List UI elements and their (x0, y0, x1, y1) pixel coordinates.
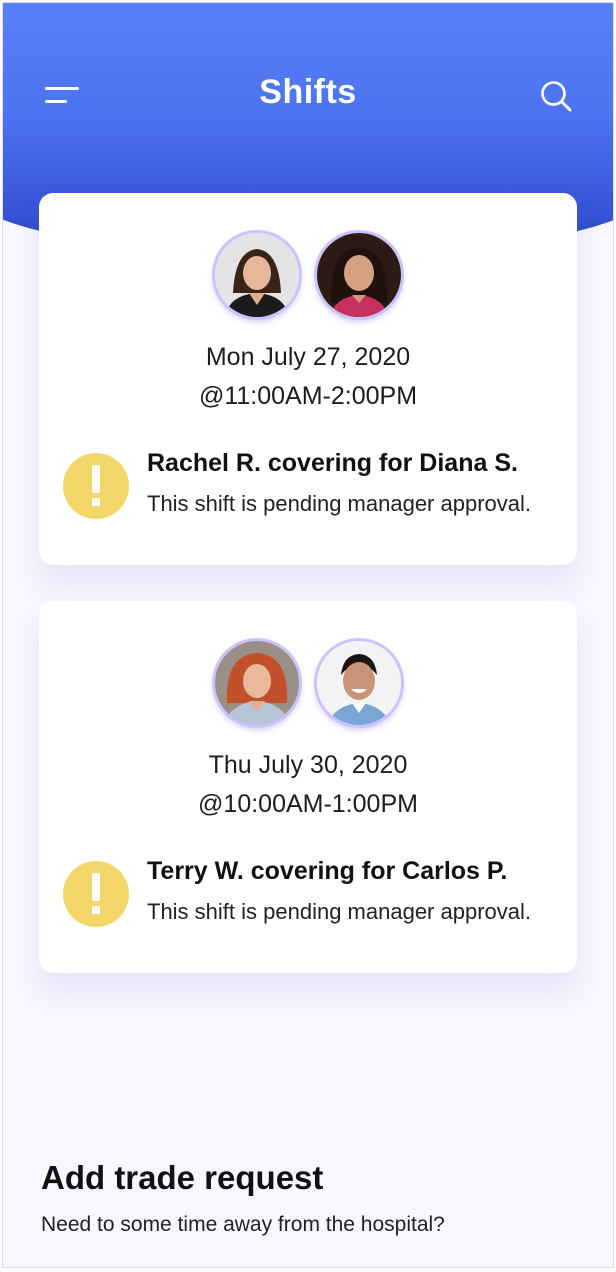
add-trade-request-subtitle: Need to some time away from the hospital… (41, 1213, 445, 1236)
avatar (215, 641, 299, 725)
status-text: This shift is pending manager approval. (147, 491, 531, 516)
warning-icon (63, 453, 129, 519)
avatar-group (39, 641, 577, 731)
status-text: This shift is pending manager approval. (147, 899, 531, 924)
avatar-group (39, 233, 577, 323)
shift-card[interactable]: Thu July 30, 2020 @10:00AM-1:00PM Terry … (39, 601, 577, 973)
avatar (215, 233, 299, 317)
avatar (317, 233, 401, 317)
shift-time: @10:00AM-1:00PM (198, 790, 418, 818)
shift-time: @11:00AM-2:00PM (198, 382, 418, 410)
phone-screen: Shifts Mon July 27, 2020 @11:00AM-2:00PM… (2, 2, 614, 1268)
search-icon[interactable] (539, 79, 573, 113)
covering-text: Rachel R. covering for Diana S. (147, 449, 518, 477)
avatar (317, 641, 401, 725)
warning-icon (63, 861, 129, 927)
add-trade-request-heading[interactable]: Add trade request (41, 1159, 323, 1197)
page-title: Shifts (259, 73, 357, 111)
covering-text: Terry W. covering for Carlos P. (147, 857, 508, 885)
top-app-bar: Shifts (3, 3, 613, 188)
shift-date: Thu July 30, 2020 (208, 751, 408, 779)
shift-date: Mon July 27, 2020 (205, 343, 411, 371)
shift-card[interactable]: Mon July 27, 2020 @11:00AM-2:00PM Rachel… (39, 193, 577, 565)
